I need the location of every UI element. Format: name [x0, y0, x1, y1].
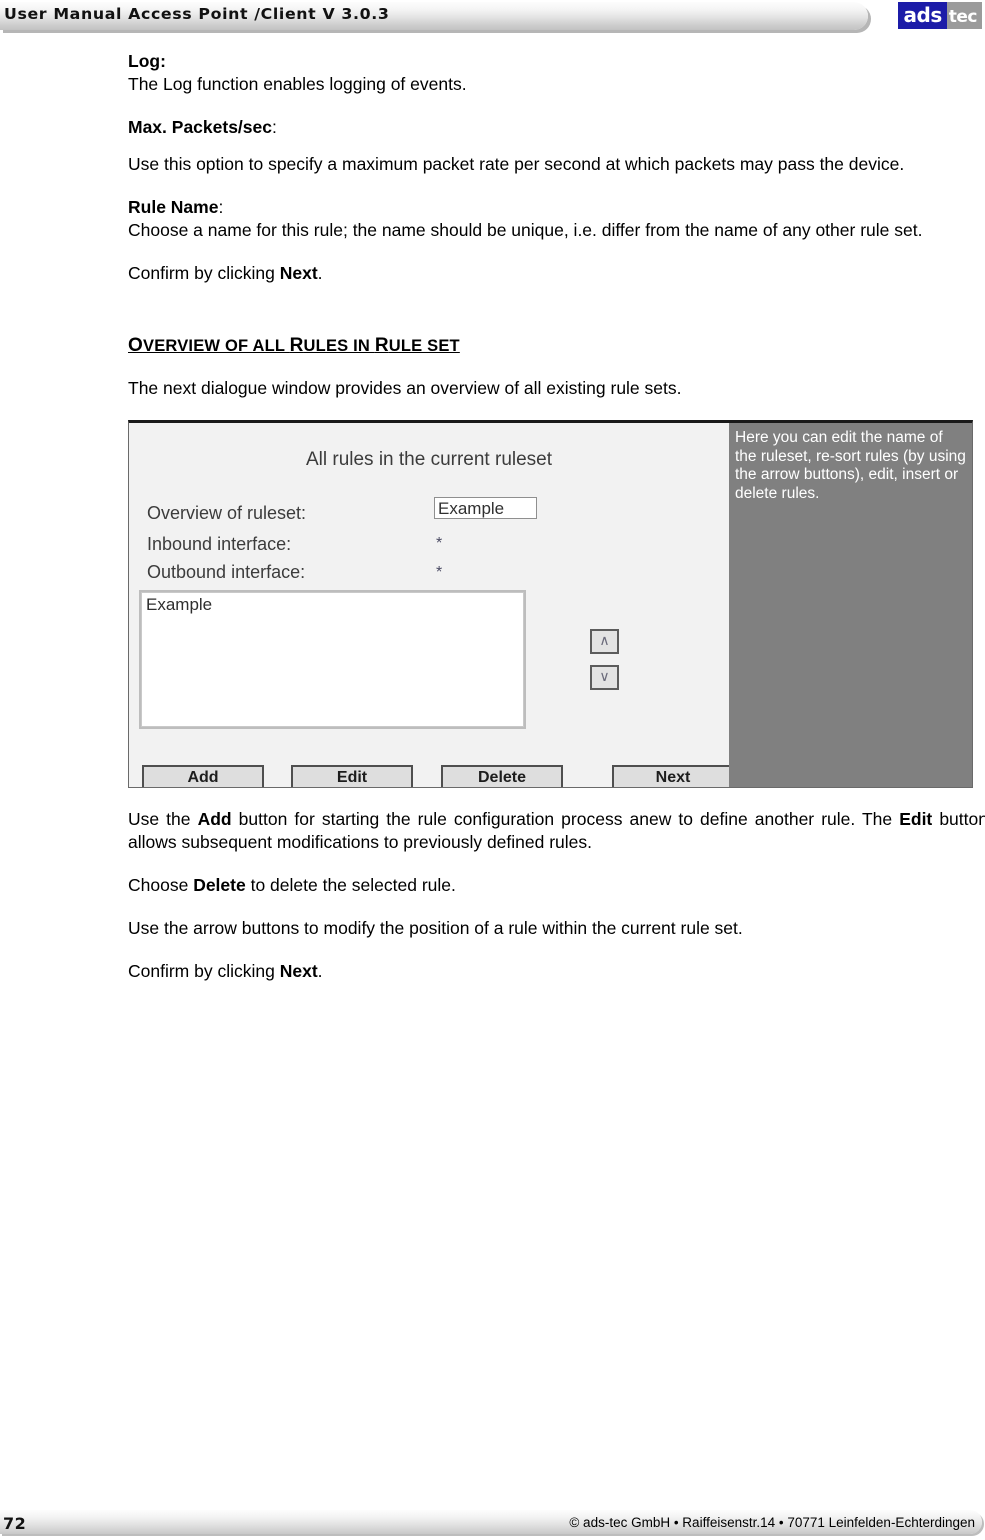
rule-name-term: Rule Name	[128, 197, 219, 217]
move-rule-up-arrow-icon[interactable]: ∧	[590, 629, 619, 654]
label-outbound-interface: Outbound interface:	[147, 562, 306, 582]
next-bold-2: Next	[279, 961, 318, 981]
use-the-prefix: Use the	[128, 809, 198, 829]
confirm-next-paragraph-1: Confirm by clicking Next.	[128, 262, 985, 285]
help-panel-text: Here you can edit the name of the rulese…	[735, 429, 966, 502]
rule-name-term-paragraph: Rule Name:	[128, 196, 985, 219]
heading-cap-r1: R	[289, 335, 304, 356]
heading-ules-in: ULES IN	[303, 337, 375, 355]
log-description: The Log function enables logging of even…	[128, 74, 467, 94]
label-overview-of-ruleset: Overview of ruleset:	[147, 503, 307, 523]
inbound-interface-value: *	[436, 535, 443, 552]
next-button[interactable]: Next	[612, 765, 734, 787]
ruleset-overview-dialog-screenshot: All rules in the current ruleset Overvie…	[128, 420, 973, 788]
log-term: Log:	[128, 51, 166, 71]
edit-bold: Edit	[899, 809, 933, 829]
edit-button[interactable]: Edit	[291, 765, 413, 787]
logo-ads-text: ads	[897, 2, 947, 29]
ads-tec-logo: ads tec	[897, 2, 982, 29]
add-button[interactable]: Add	[142, 765, 264, 787]
choose-prefix: Choose	[128, 875, 194, 895]
rules-listbox-inner[interactable]: Example	[141, 592, 524, 727]
intro-next-dialogue: The next dialogue window provides an ove…	[128, 378, 682, 398]
add-edit-description: Use the Add button for starting the rule…	[128, 808, 985, 854]
add-bold: Add	[197, 809, 232, 829]
delete-description: Choose Delete to delete the selected rul…	[128, 874, 985, 897]
rule-name-colon: :	[218, 197, 224, 217]
move-rule-down-arrow-icon[interactable]: ∨	[590, 665, 619, 690]
arrow-buttons-description: Use the arrow buttons to modify the posi…	[128, 918, 743, 938]
confirm-prefix-2: Confirm by clicking	[128, 961, 280, 981]
max-packets-description: Use this option to specify a maximum pac…	[128, 154, 905, 174]
outbound-interface-value: *	[436, 564, 443, 581]
document-title: User Manual Access Point /Client V 3.0.3	[4, 5, 390, 23]
page-footer: 72 © ads-tec GmbH • Raiffeisenstr.14 • 7…	[0, 1500, 985, 1540]
max-packets-term-paragraph: Max. Packets/sec:	[128, 116, 985, 139]
help-panel: Here you can edit the name of the rulese…	[729, 423, 972, 787]
document-body: Log: The Log function enables logging of…	[128, 50, 985, 983]
max-packets-colon: :	[272, 117, 277, 137]
rules-listbox[interactable]: Example	[139, 590, 526, 729]
rule-name-description: Choose a name for this rule; the name sh…	[128, 220, 923, 240]
heading-cap-r2: R	[374, 335, 389, 356]
delete-bold: Delete	[193, 875, 246, 895]
delete-button[interactable]: Delete	[441, 765, 563, 787]
ruleset-name-input[interactable]: Example	[434, 497, 537, 519]
heading-ule-set: ULE SET	[388, 337, 460, 355]
max-packets-term: Max. Packets/sec	[128, 117, 272, 137]
section-heading-wrapper: OVERVIEW OF ALL RULES IN RULE SET	[128, 335, 985, 357]
delete-description-end: to delete the selected rule.	[245, 875, 456, 895]
next-bold-1: Next	[279, 263, 318, 283]
section-heading-overview-of-all-rules: OVERVIEW OF ALL RULES IN RULE SET	[128, 335, 460, 357]
dialog-title: All rules in the current ruleset	[305, 449, 553, 470]
page-number: 72	[3, 1514, 27, 1533]
footer-copyright: © ads-tec GmbH • Raiffeisenstr.14 • 7077…	[569, 1515, 975, 1530]
confirm-next-paragraph-2: Confirm by clicking Next.	[128, 960, 985, 983]
add-description-mid: button for starting the rule configurati…	[231, 809, 900, 829]
heading-verview-of-all: VERVIEW OF ALL	[142, 337, 290, 355]
confirm-suffix-2: .	[317, 961, 323, 981]
confirm-suffix-1: .	[317, 263, 323, 283]
heading-cap-o: O	[128, 335, 143, 356]
page-header: User Manual Access Point /Client V 3.0.3…	[0, 0, 985, 44]
list-item[interactable]: Example	[142, 593, 523, 615]
logo-tec-text: tec	[946, 2, 982, 29]
log-term-paragraph: Log:	[128, 50, 985, 73]
header-bar: User Manual Access Point /Client V 3.0.3	[0, 2, 868, 30]
label-inbound-interface: Inbound interface:	[147, 534, 292, 554]
confirm-prefix-1: Confirm by clicking	[128, 263, 280, 283]
